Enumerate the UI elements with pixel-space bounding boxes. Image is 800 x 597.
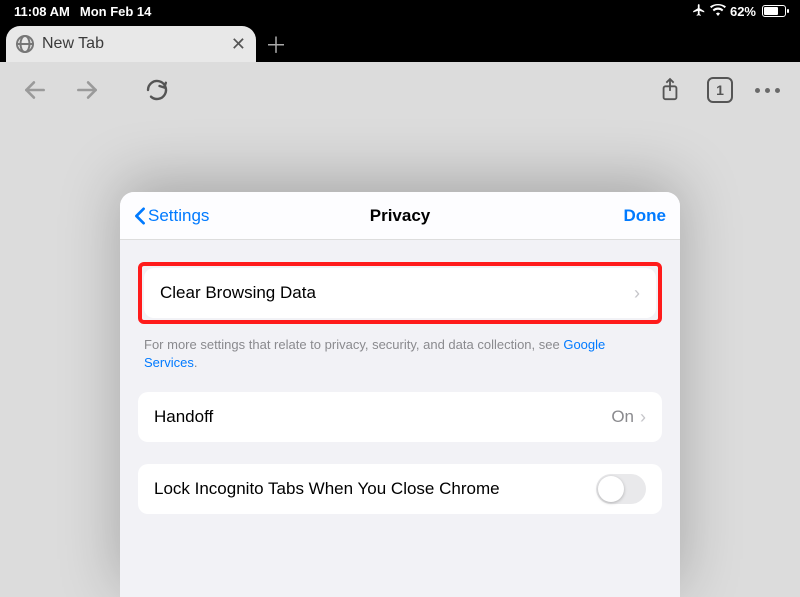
sheet-header: Settings Privacy Done — [120, 192, 680, 240]
highlight-frame: Clear Browsing Data › — [138, 262, 662, 324]
lock-incognito-toggle[interactable] — [596, 474, 646, 504]
sheet-backdrop: Settings Privacy Done Clear Browsing Dat… — [0, 192, 800, 597]
airplane-mode-icon — [692, 3, 706, 20]
row-label: Clear Browsing Data — [160, 283, 316, 303]
back-label: Settings — [148, 206, 209, 226]
row-label: Handoff — [154, 407, 213, 427]
browser-chrome: 1 Settings Privacy Done Clear Browsing D… — [0, 62, 800, 597]
toolbar: 1 — [0, 62, 800, 118]
reload-button[interactable] — [142, 75, 172, 105]
back-to-settings-button[interactable]: Settings — [134, 206, 209, 226]
done-button[interactable]: Done — [624, 206, 667, 226]
status-bar: 11:08 AM Mon Feb 14 62% — [0, 0, 800, 22]
browser-tab[interactable]: New Tab ✕ — [6, 26, 256, 62]
forward-button[interactable] — [72, 75, 102, 105]
close-tab-icon[interactable]: ✕ — [231, 35, 246, 53]
back-button[interactable] — [20, 75, 50, 105]
clear-browsing-data-row[interactable]: Clear Browsing Data › — [144, 268, 656, 318]
sheet-title: Privacy — [370, 206, 431, 226]
handoff-value: On — [611, 407, 634, 427]
battery-percent: 62% — [730, 4, 756, 19]
handoff-row[interactable]: Handoff On › — [138, 392, 662, 442]
chevron-right-icon: › — [634, 283, 640, 304]
privacy-sheet: Settings Privacy Done Clear Browsing Dat… — [120, 192, 680, 597]
tab-count-value: 1 — [716, 82, 724, 98]
tab-title: New Tab — [42, 35, 223, 53]
status-time: 11:08 AM — [14, 4, 70, 19]
battery-icon — [762, 5, 786, 17]
chevron-right-icon: › — [640, 407, 646, 428]
globe-icon — [16, 35, 34, 53]
new-tab-button[interactable]: ＋ — [256, 26, 296, 62]
overflow-menu-button[interactable] — [755, 88, 780, 93]
row-label: Lock Incognito Tabs When You Close Chrom… — [154, 479, 500, 499]
lock-incognito-row[interactable]: Lock Incognito Tabs When You Close Chrom… — [138, 464, 662, 514]
privacy-footer-text: For more settings that relate to privacy… — [138, 336, 662, 372]
wifi-icon — [710, 4, 726, 19]
share-button[interactable] — [655, 75, 685, 105]
status-date: Mon Feb 14 — [80, 4, 152, 19]
tab-count-button[interactable]: 1 — [707, 77, 733, 103]
tab-strip: New Tab ✕ ＋ — [0, 22, 800, 62]
